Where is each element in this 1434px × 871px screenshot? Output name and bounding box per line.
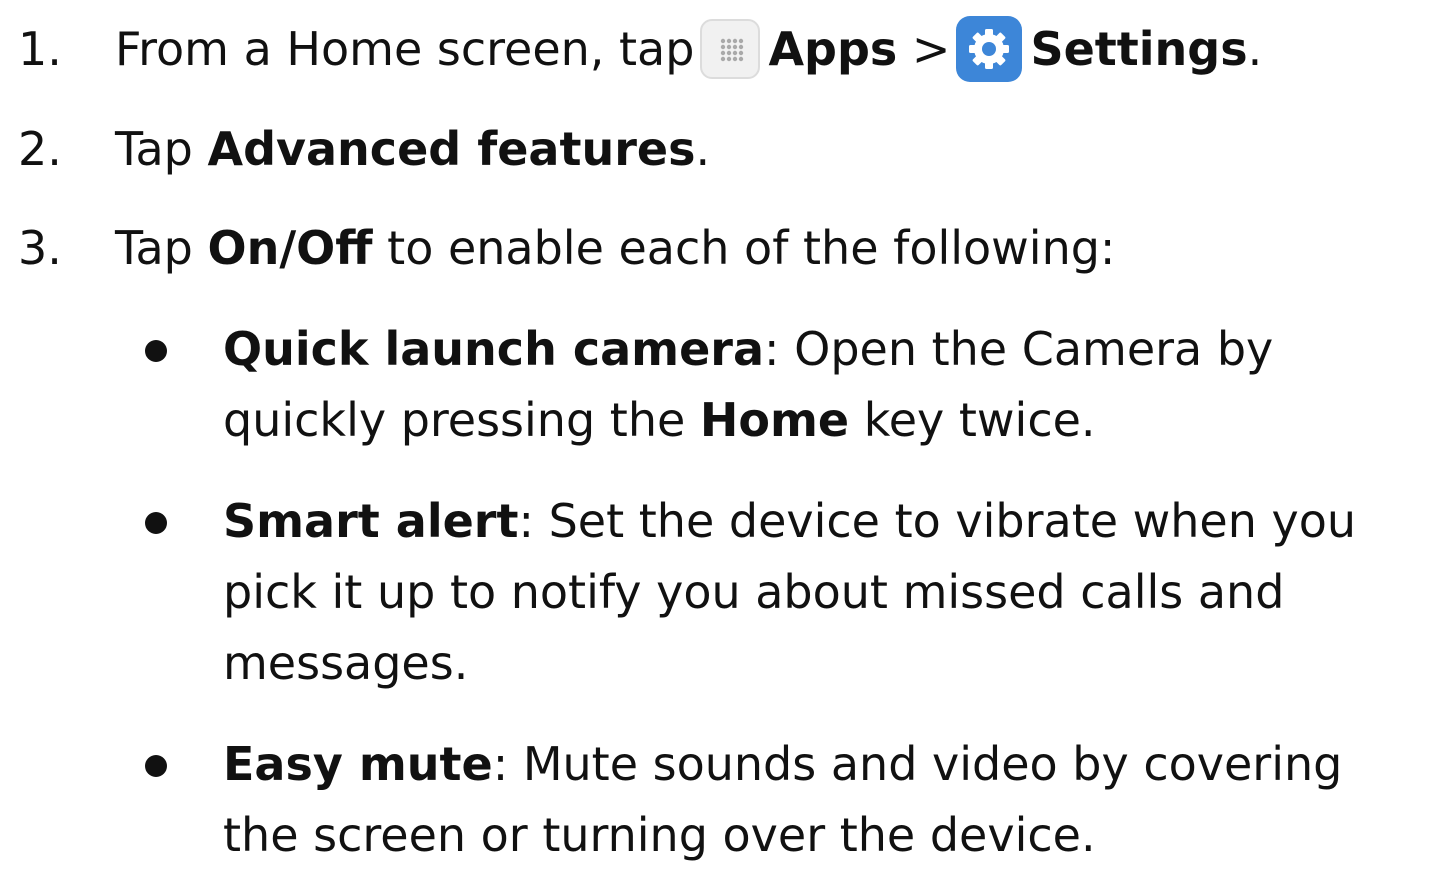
step-number: 2. [18, 122, 62, 176]
step-text-suffix: . [695, 122, 711, 176]
feature-title: Easy mute [223, 737, 493, 791]
step-1: 1. From a Home screen, tap Apps > Settin… [0, 9, 1434, 89]
step-text-prefix: From a Home screen, tap [115, 22, 695, 76]
step-text-prefix: Tap [115, 221, 208, 275]
feature-text-end: key twice. [849, 393, 1096, 447]
apps-grid-icon [700, 18, 761, 79]
step-text: Tap Advanced features. [115, 109, 710, 189]
settings-label: Settings [1030, 22, 1248, 76]
bullet-icon [145, 512, 167, 534]
on-off-label: On/Off [207, 221, 373, 275]
step-2: 2. Tap Advanced features. [0, 109, 1434, 189]
step-text-prefix: Tap [115, 122, 208, 176]
step-text-suffix: . [1247, 22, 1263, 76]
feature-description: Quick launch camera: Open the Camera by … [223, 314, 1428, 456]
step-text: From a Home screen, tap Apps > Settings. [115, 9, 1262, 89]
feature-title: Quick launch camera [223, 322, 764, 376]
feature-description: Smart alert: Set the device to vibrate w… [223, 486, 1428, 699]
feature-title: Smart alert [223, 494, 519, 548]
step-number: 3. [18, 221, 62, 275]
bullet-icon [145, 340, 167, 362]
bullet-icon [145, 755, 167, 777]
settings-gear-icon [956, 15, 1023, 82]
apps-label: Apps [768, 22, 898, 76]
step-3: 3. Tap On/Off to enable each of the foll… [0, 208, 1434, 288]
step-text-suffix: to enable each of the following: [372, 221, 1116, 275]
path-separator: > [911, 22, 951, 76]
step-text: Tap On/Off to enable each of the followi… [115, 208, 1115, 288]
advanced-features-label: Advanced features [207, 122, 696, 176]
step-number: 1. [18, 22, 62, 76]
feature-description: Easy mute: Mute sounds and video by cove… [223, 729, 1428, 871]
home-key-label: Home [699, 393, 850, 447]
